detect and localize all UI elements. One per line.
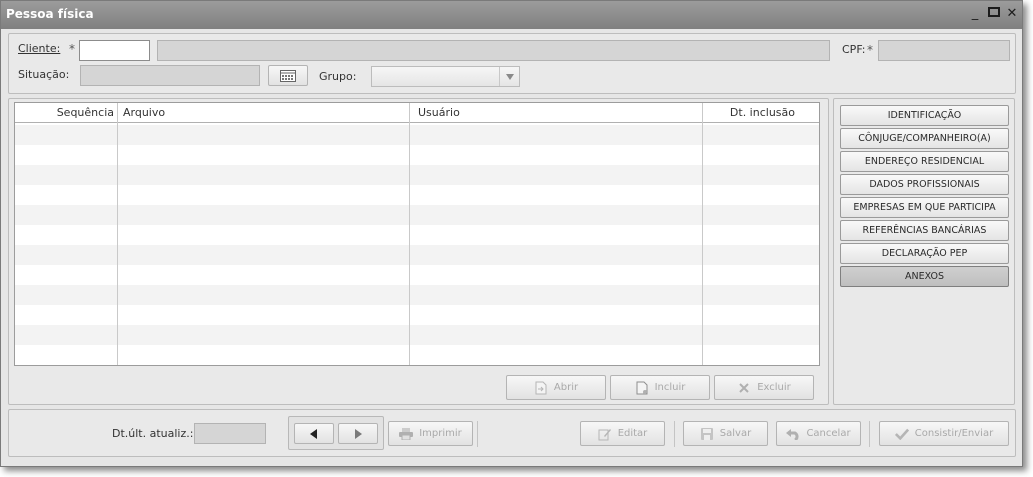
table-row [15, 165, 819, 185]
column-header-usuario[interactable]: Usuário [414, 103, 464, 123]
divider [869, 421, 870, 447]
cliente-required-mark: * [69, 42, 75, 56]
dt-ult-atualiz-field [194, 423, 266, 444]
record-navigator [288, 416, 384, 450]
excluir-button[interactable]: Excluir [714, 375, 814, 400]
editar-button[interactable]: Editar [580, 421, 665, 446]
column-header-arquivo[interactable]: Arquivo [119, 103, 169, 123]
consistir-enviar-label: Consistir/Enviar [914, 428, 994, 439]
abrir-button[interactable]: Abrir [506, 375, 606, 400]
title-bar: Pessoa física _ ✕ [1, 1, 1022, 29]
situacao-field [80, 65, 260, 86]
table-row [15, 205, 819, 225]
column-divider [117, 103, 118, 365]
chevron-down-icon[interactable] [499, 67, 519, 86]
table-row [15, 185, 819, 205]
close-icon[interactable]: ✕ [1004, 6, 1020, 22]
incluir-label: Incluir [654, 382, 686, 393]
calendar-button[interactable] [268, 65, 308, 86]
tab-endereco-residencial[interactable]: ENDEREÇO RESIDENCIAL [840, 151, 1009, 172]
add-file-icon [635, 381, 649, 395]
tab-anexos[interactable]: ANEXOS [840, 266, 1009, 287]
incluir-button[interactable]: Incluir [610, 375, 710, 400]
tab-declaracao-pep[interactable]: DECLARAÇÃO PEP [840, 243, 1009, 264]
excluir-label: Excluir [757, 382, 791, 393]
editar-label: Editar [617, 428, 648, 439]
table-row [15, 305, 819, 325]
tab-empresas[interactable]: EMPRESAS EM QUE PARTICIPA [840, 197, 1009, 218]
column-header-sequencia[interactable]: Sequência [15, 103, 118, 123]
divider [674, 421, 675, 447]
undo-icon [786, 427, 800, 441]
table-header: Sequência Arquivo Usuário Dt. inclusão [15, 103, 819, 123]
next-record-button[interactable] [338, 423, 378, 444]
cliente-label: Cliente: [18, 42, 61, 55]
cancelar-label: Cancelar [806, 428, 851, 439]
tab-dados-profissionais[interactable]: DADOS PROFISSIONAIS [840, 174, 1009, 195]
checkmark-icon [894, 427, 909, 441]
footer-panel: Dt.últ. atualiz.: Imprimir Editar Salvar… [8, 409, 1016, 457]
edit-icon [598, 427, 612, 441]
divider [477, 421, 478, 447]
table-row [15, 125, 819, 145]
imprimir-button[interactable]: Imprimir [388, 421, 473, 446]
cpf-label: CPF: [842, 43, 866, 56]
grupo-select[interactable] [371, 66, 520, 87]
table-row [15, 345, 819, 365]
window-title: Pessoa física [6, 7, 94, 21]
arrow-right-icon [355, 428, 362, 439]
situacao-label: Situação: [18, 68, 70, 81]
header-panel: Cliente: * CPF: * Situação: Grupo: [8, 33, 1016, 94]
salvar-label: Salvar [719, 428, 752, 439]
column-divider [702, 103, 703, 365]
table-row [15, 325, 819, 345]
grupo-label: Grupo: [319, 70, 357, 83]
cpf-field [878, 40, 1010, 61]
save-icon [700, 427, 714, 441]
table-row [15, 285, 819, 305]
cliente-code-input[interactable] [79, 40, 150, 61]
printer-icon [399, 427, 414, 441]
cliente-name-field [157, 40, 830, 61]
column-divider [409, 103, 410, 365]
consistir-enviar-button[interactable]: Consistir/Enviar [879, 421, 1009, 446]
pessoa-fisica-window: Pessoa física _ ✕ Cliente: * CPF: * Situ… [0, 0, 1023, 467]
tab-conjuge[interactable]: CÔNJUGE/COMPANHEIRO(A) [840, 128, 1009, 149]
tab-identificacao[interactable]: IDENTIFICAÇÃO [840, 105, 1009, 126]
cancelar-button[interactable]: Cancelar [776, 421, 861, 446]
salvar-button[interactable]: Salvar [683, 421, 768, 446]
calendar-icon [280, 69, 296, 82]
dt-ult-atualiz-label: Dt.últ. atualiz.: [112, 427, 194, 440]
section-tabs-panel: IDENTIFICAÇÃO CÔNJUGE/COMPANHEIRO(A) END… [833, 98, 1015, 405]
abrir-label: Abrir [553, 382, 579, 393]
table-row [15, 225, 819, 245]
tab-referencias-bancarias[interactable]: REFERÊNCIAS BANCÁRIAS [840, 220, 1009, 241]
open-file-icon [534, 381, 548, 395]
table-row [15, 265, 819, 285]
delete-icon [737, 381, 751, 395]
arrow-left-icon [310, 428, 317, 439]
anexos-table: Sequência Arquivo Usuário Dt. inclusão [14, 102, 820, 366]
maximize-icon[interactable] [986, 6, 1002, 22]
imprimir-label: Imprimir [419, 428, 462, 439]
table-row [15, 145, 819, 165]
minimize-icon[interactable]: _ [967, 6, 983, 22]
previous-record-button[interactable] [294, 423, 334, 444]
column-header-dt-inclusao[interactable]: Dt. inclusão [703, 103, 799, 123]
table-row [15, 245, 819, 265]
cpf-required-mark: * [867, 43, 873, 57]
